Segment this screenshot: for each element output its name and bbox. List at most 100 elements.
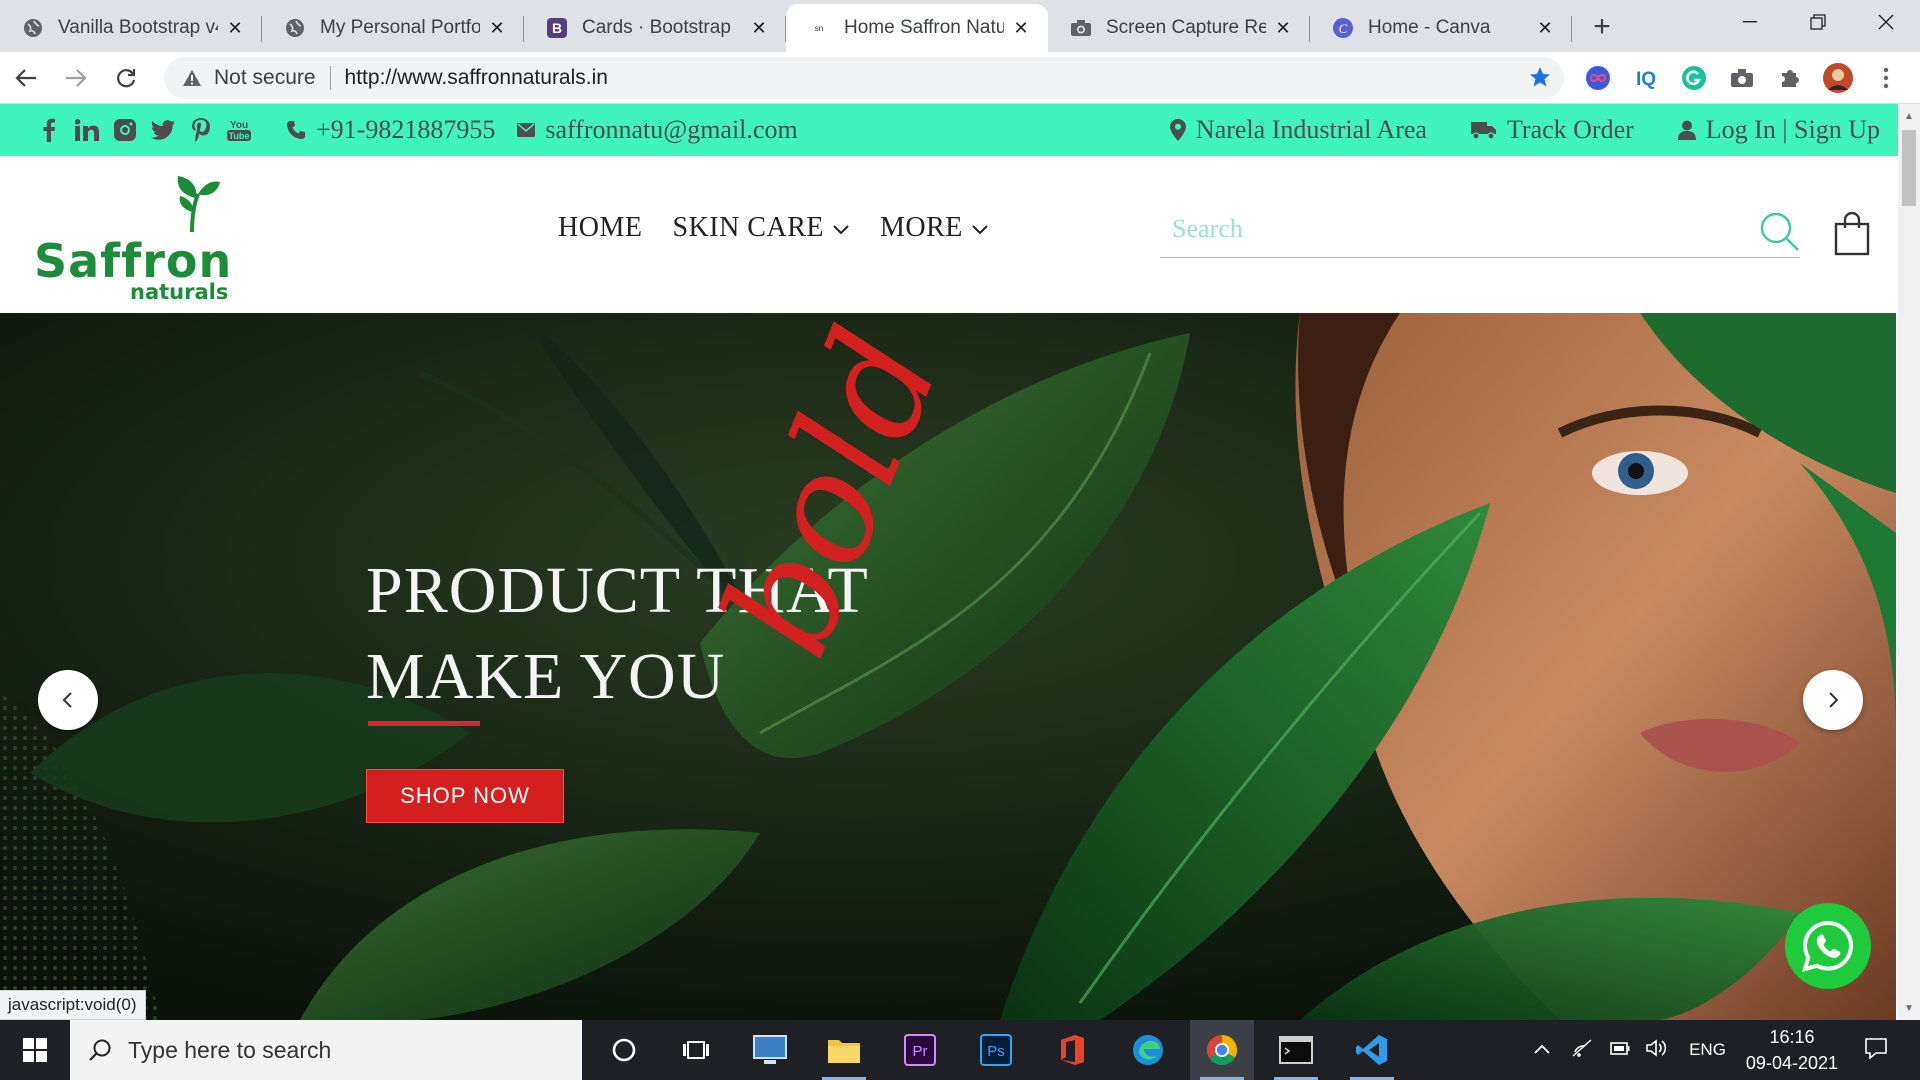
premiere-pro-icon: Pr (904, 1034, 936, 1066)
email-contact[interactable]: saffronnatu@gmail.com (517, 115, 798, 145)
browser-tab[interactable]: My Personal Portfolio ✕ (262, 4, 524, 52)
network-icon[interactable] (1571, 1038, 1593, 1063)
volume-icon[interactable] (1645, 1038, 1669, 1063)
minimize-button[interactable] (1716, 0, 1784, 44)
instagram-icon[interactable] (106, 115, 144, 145)
menu-item-skin-care[interactable]: SKIN CARE (672, 212, 850, 244)
phone-number[interactable]: +91-9821887955 (316, 115, 495, 145)
close-tab-icon[interactable]: ✕ (1272, 17, 1294, 39)
close-tab-icon[interactable]: ✕ (224, 17, 246, 39)
windows-logo-icon (23, 1038, 47, 1062)
close-tab-icon[interactable]: ✕ (1010, 17, 1032, 39)
twitter-icon[interactable] (144, 115, 182, 145)
carousel-next-button[interactable] (1803, 670, 1863, 730)
menu-item-more[interactable]: MORE (880, 212, 989, 244)
page-scrollbar[interactable]: ▲ ▼ (1898, 104, 1920, 1020)
battery-icon[interactable] (1607, 1039, 1631, 1062)
login-signup-link[interactable]: Log In | Sign Up (1677, 115, 1880, 145)
taskbar-app-photoshop[interactable]: Ps (964, 1020, 1028, 1080)
taskbar-app-vscode[interactable] (1340, 1020, 1404, 1080)
track-order-label[interactable]: Track Order (1507, 115, 1634, 145)
location[interactable]: Narela Industrial Area (1169, 115, 1427, 145)
shop-now-button[interactable]: SHOP NOW (366, 769, 564, 823)
browser-tab[interactable]: Vanilla Bootstrap v4.2 ✕ (0, 4, 262, 52)
taskbar-search-placeholder: Type here to search (128, 1036, 332, 1063)
pinterest-icon[interactable] (182, 115, 220, 145)
extensions-puzzle-icon[interactable] (1774, 62, 1806, 94)
back-button[interactable] (2, 54, 50, 102)
taskbar-clock[interactable]: 16:16 09-04-2021 (1746, 1024, 1838, 1076)
search-input[interactable] (1160, 204, 1800, 254)
cortana-button[interactable] (592, 1020, 656, 1080)
address-bar[interactable]: Not secure http://www.saffronnaturals.in (164, 57, 1564, 99)
taskbar-app-terminal[interactable] (1264, 1020, 1328, 1080)
whatsapp-chat-button[interactable] (1785, 903, 1871, 989)
taskbar-app-remote-desktop[interactable] (738, 1020, 802, 1080)
close-tab-icon[interactable]: ✕ (748, 17, 770, 39)
facebook-icon[interactable] (30, 115, 68, 145)
system-tray: ENG 16:16 09-04-2021 (1533, 1020, 1920, 1080)
restore-button[interactable] (1784, 0, 1852, 44)
clock-time: 16:16 (1769, 1027, 1815, 1047)
taskbar-app-edge[interactable] (1116, 1020, 1180, 1080)
svg-text:B: B (552, 20, 562, 36)
hero-accent-line (368, 721, 480, 726)
taskbar-app-premiere-pro[interactable]: Pr (888, 1020, 952, 1080)
vscode-icon (1356, 1035, 1387, 1065)
profile-avatar[interactable] (1822, 62, 1854, 94)
bookmark-star-icon[interactable] (1528, 65, 1552, 95)
close-tab-icon[interactable]: ✕ (1534, 17, 1556, 39)
extension-iq-icon[interactable]: IQ (1630, 62, 1662, 94)
phone-contact[interactable]: +91-9821887955 (286, 115, 495, 145)
browser-tab[interactable]: C Home - Canva ✕ (1310, 4, 1572, 52)
tab-title: My Personal Portfolio (320, 17, 480, 38)
login-label[interactable]: Log In | Sign Up (1706, 115, 1880, 145)
screenshot-camera-icon[interactable] (1726, 62, 1758, 94)
scroll-down-arrow-icon[interactable]: ▼ (1898, 998, 1920, 1018)
chevron-up-icon[interactable] (1533, 1040, 1551, 1060)
clock-date: 09-04-2021 (1745, 1053, 1838, 1073)
reload-button[interactable] (102, 54, 150, 102)
menu-item-home[interactable]: HOME (558, 212, 642, 244)
security-label[interactable]: Not secure (214, 66, 316, 90)
taskbar-app-file-explorer[interactable] (812, 1020, 876, 1080)
scrollbar-thumb[interactable] (1902, 130, 1916, 206)
office-icon (1061, 1035, 1084, 1065)
carousel-prev-button[interactable] (38, 670, 98, 730)
chevron-down-icon (832, 212, 850, 244)
shopping-bag-icon[interactable] (1834, 211, 1870, 261)
canva-icon: C (1332, 17, 1354, 39)
svg-text:You: You (230, 120, 248, 131)
extension-infinity-icon[interactable] (1582, 62, 1614, 94)
browser-tab[interactable]: Screen Capture Result ✕ (1048, 4, 1310, 52)
browser-tab-active[interactable]: sn Home Saffron Naturals ✕ (786, 4, 1048, 52)
scroll-up-arrow-icon[interactable]: ▲ (1898, 106, 1920, 126)
svg-text:C: C (1339, 21, 1348, 36)
forward-button[interactable] (52, 54, 100, 102)
taskbar-app-office[interactable] (1040, 1020, 1104, 1080)
logo-word-naturals: naturals (130, 280, 229, 304)
new-tab-button[interactable]: + (1580, 5, 1624, 49)
taskbar-search[interactable]: Type here to search (70, 1020, 582, 1080)
linkedin-icon[interactable] (68, 115, 106, 145)
url-text[interactable]: http://www.saffronnaturals.in (345, 66, 608, 90)
email-address[interactable]: saffronnatu@gmail.com (545, 115, 797, 145)
grammarly-icon[interactable] (1678, 62, 1710, 94)
menu-item-label: SKIN CARE (672, 212, 824, 243)
edge-icon (1133, 1035, 1163, 1065)
track-order-link[interactable]: Track Order (1470, 115, 1634, 145)
location-text[interactable]: Narela Industrial Area (1196, 115, 1427, 145)
warning-icon[interactable] (180, 66, 204, 90)
close-tab-icon[interactable]: ✕ (486, 17, 508, 39)
notifications-icon[interactable] (1864, 1037, 1888, 1064)
saffron-logo[interactable]: Saffron naturals (34, 172, 244, 304)
task-view-button[interactable] (664, 1020, 728, 1080)
input-language[interactable]: ENG (1689, 1040, 1726, 1060)
search-icon[interactable] (1758, 210, 1800, 257)
taskbar-app-chrome[interactable] (1190, 1020, 1254, 1080)
close-window-button[interactable] (1852, 0, 1920, 44)
browser-tab[interactable]: B Cards · Bootstrap ✕ (524, 4, 786, 52)
chrome-menu-icon[interactable] (1870, 62, 1902, 94)
start-button[interactable] (0, 1020, 70, 1080)
youtube-icon[interactable]: You Tube (220, 115, 258, 145)
